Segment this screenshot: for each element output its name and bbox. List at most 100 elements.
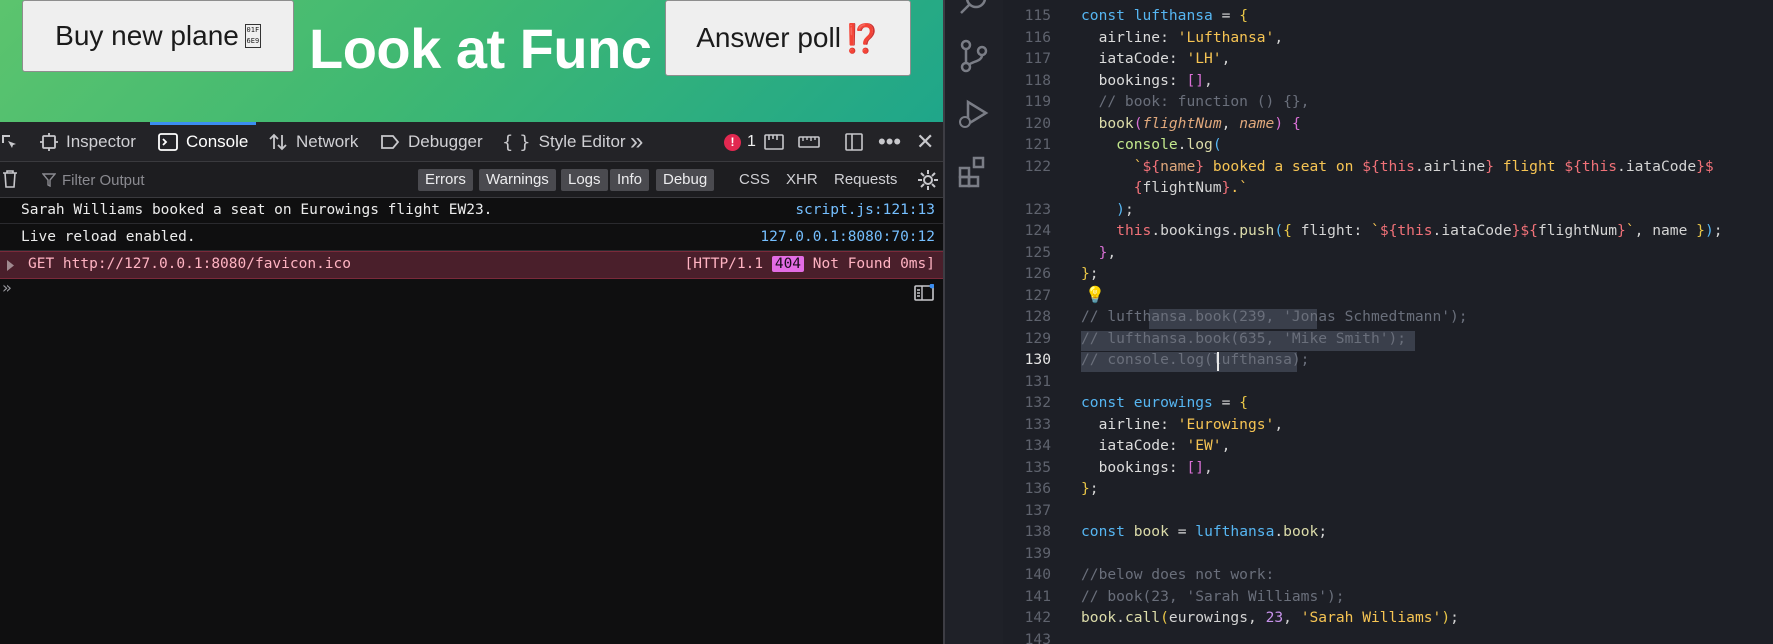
line-number: 133 (1024, 416, 1051, 433)
code-line: `${name} booked a seat on ${this.airline… (1133, 158, 1714, 175)
tab-console[interactable]: Console (149, 122, 257, 162)
line-number: 122 (1024, 158, 1051, 175)
run-debug-icon[interactable] (956, 96, 992, 132)
code-line: iataCode: 'EW', (1098, 437, 1231, 454)
more-options-icon: ••• (878, 129, 902, 154)
line-number: 119 (1024, 93, 1051, 110)
line-number: 118 (1024, 72, 1051, 89)
eyedropper-icon (764, 134, 784, 150)
style-editor-icon: { } (502, 131, 531, 153)
console-settings-button[interactable] (917, 169, 939, 196)
line-number: 134 (1024, 437, 1051, 454)
filter-warnings-toggle[interactable]: Warnings (479, 169, 556, 191)
tab-debugger[interactable]: Debugger (380, 122, 483, 162)
error-icon: ! (724, 133, 741, 151)
line-number: 139 (1024, 545, 1051, 562)
line-number: 141 (1024, 588, 1051, 605)
inspector-icon (40, 133, 58, 151)
code-line: {flightNum}.` (1133, 179, 1248, 196)
code-line: book.call(eurowings, 23, 'Sarah Williams… (1081, 609, 1459, 626)
expand-arrow-icon (7, 260, 14, 271)
code-line: bookings: [], (1098, 72, 1213, 89)
more-tabs-button[interactable]: » (630, 122, 643, 162)
error-count-button[interactable]: ! 1 (724, 122, 756, 162)
dock-side-icon (845, 133, 863, 151)
line-number: 127 (1024, 287, 1051, 304)
options-button[interactable]: ••• (878, 122, 901, 162)
network-icon (269, 133, 287, 151)
lightbulb-icon[interactable]: 💡 (1085, 285, 1105, 304)
page-viewport: er Look at Func Buy new plane 01F 6E9 Ans… (0, 0, 945, 122)
console-output: Sarah Williams booked a seat on Eurowing… (0, 198, 945, 644)
search-icon[interactable] (956, 0, 992, 22)
code-line: ); (1116, 201, 1134, 218)
error-count: 1 (747, 133, 756, 150)
code-line: book(flightNum, name) { (1098, 115, 1301, 132)
code-line: const book = lufthansa.book; (1081, 523, 1328, 540)
buy-new-plane-label: Buy new plane (55, 20, 239, 51)
tab-inspector[interactable]: Inspector (40, 122, 136, 162)
console-icon (158, 133, 178, 151)
gear-icon (918, 170, 938, 190)
code-line: }, (1098, 244, 1117, 261)
message-source-link[interactable]: 127.0.0.1:8080:70:12 (760, 229, 935, 245)
network-error-message[interactable]: GET http://127.0.0.1:8080/favicon.ico [H… (0, 251, 945, 279)
code-line: // lufthansa.book(239, 'Jonas Schmedtman… (1081, 308, 1468, 325)
tab-style-editor[interactable]: { } Style Editor (502, 122, 626, 162)
trash-icon (3, 170, 17, 188)
filter-xhr-toggle[interactable]: XHR (786, 169, 818, 191)
measure-button[interactable] (798, 122, 820, 162)
line-number: 138 (1024, 523, 1051, 540)
tab-label: Inspector (66, 132, 136, 151)
tab-label: Network (296, 132, 359, 151)
line-number: 136 (1024, 480, 1051, 497)
code-line: const lufthansa = { (1081, 7, 1248, 24)
filter-info-toggle[interactable]: Info (610, 169, 650, 191)
element-picker-button[interactable] (0, 122, 18, 162)
text-cursor (1217, 352, 1219, 371)
line-number: 137 (1024, 502, 1051, 519)
console-message: Sarah Williams booked a seat on Eurowing… (0, 198, 945, 224)
double-chevron-icon: » (630, 128, 644, 155)
filter-debug-toggle[interactable]: Debug (656, 169, 715, 191)
tab-label: Console (186, 132, 249, 151)
dock-button[interactable] (844, 122, 864, 162)
filter-css-toggle[interactable]: CSS (739, 169, 770, 191)
exclamation-question-icon: ⁉️ (844, 22, 880, 54)
line-number: 124 (1024, 222, 1051, 239)
editor-mode-button[interactable] (914, 283, 935, 306)
code-line: // lufthansa.book(635, 'Mike Smith'); (1081, 330, 1407, 347)
clear-console-button[interactable] (2, 169, 18, 194)
filter-logs-toggle[interactable]: Logs (561, 169, 608, 191)
code-line: const eurowings = { (1081, 394, 1248, 411)
line-number: 126 (1024, 265, 1051, 282)
message-text: Live reload enabled. (21, 229, 196, 245)
code-line: // console.log(lufthansa); (1081, 351, 1310, 368)
close-devtools-button[interactable]: ✕ (916, 122, 934, 162)
message-source-link[interactable]: script.js:121:13 (795, 202, 935, 218)
source-control-icon[interactable] (956, 38, 992, 74)
code-editor[interactable]: 115 116 117 118 119 120 121 122 123 124 125 126 127 1… (1003, 0, 1773, 644)
http-status: [HTTP/1.1 404 Not Found 0ms] (684, 256, 935, 272)
code-line: }; (1081, 480, 1099, 497)
line-number: 116 (1024, 29, 1051, 46)
split-editor-icon (914, 283, 935, 301)
code-line: airline: 'Lufthansa', (1098, 29, 1284, 46)
extensions-icon[interactable] (956, 154, 992, 190)
answer-poll-button[interactable]: Answer poll ⁉️ (665, 0, 911, 76)
status-code-badge: 404 (771, 256, 805, 272)
filter-errors-toggle[interactable]: Errors (418, 169, 473, 191)
console-prompt[interactable]: » (2, 278, 12, 297)
code-line: // book(23, 'Sarah Williams'); (1081, 588, 1345, 605)
code-line: }; (1081, 265, 1099, 282)
line-number: 117 (1024, 50, 1051, 67)
line-number: 115 (1024, 7, 1051, 24)
buy-new-plane-button[interactable]: Buy new plane 01F 6E9 (22, 0, 294, 72)
filter-output-input[interactable] (42, 168, 402, 192)
debugger-icon (381, 135, 400, 149)
tab-network[interactable]: Network (268, 122, 358, 162)
pick-color-button[interactable] (764, 122, 784, 162)
code-line: this.bookings.push({ flight: `${this.iat… (1116, 222, 1723, 239)
ruler-icon (798, 136, 820, 148)
filter-requests-toggle[interactable]: Requests (834, 169, 897, 191)
